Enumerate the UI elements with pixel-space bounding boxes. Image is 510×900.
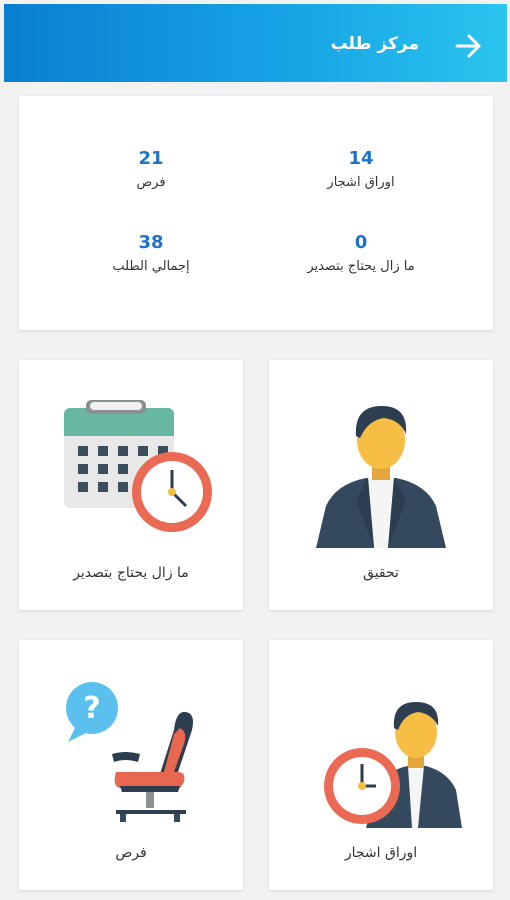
stat-label: اوراق اشجار — [327, 175, 395, 190]
stats-card: 14 اوراق اشجار 21 فرص 0 ما زال يحتاج بتص… — [19, 96, 493, 330]
stat-label: ما زال يحتاج بتصدير — [307, 259, 415, 274]
stat-leaves: 14 اوراق اشجار — [271, 148, 451, 190]
businessman-icon — [316, 406, 446, 548]
tile-leaves[interactable]: اوراق اشجار — [269, 640, 493, 890]
stat-value: 38 — [138, 232, 164, 253]
stat-value: 21 — [138, 148, 164, 169]
calendar-clock-icon — [64, 400, 212, 532]
stat-total-orders: 38 إجمالي الطلب — [61, 232, 241, 274]
tile-label: تحقيق — [363, 565, 399, 581]
tile-pending-export[interactable]: ما زال يحتاج بتصدير — [19, 360, 243, 610]
tile-label: ما زال يحتاج بتصدير — [73, 565, 189, 581]
svg-text:?: ? — [83, 691, 100, 726]
tile-label: اوراق اشجار — [344, 845, 418, 861]
stat-opportunities: 21 فرص — [61, 148, 241, 190]
tile-label: فرص — [115, 845, 147, 861]
stat-value: 0 — [354, 232, 368, 253]
businessman-clock-icon — [324, 702, 462, 828]
empty-chair-question-icon: ? — [66, 682, 193, 822]
stat-label: فرص — [136, 175, 166, 190]
stat-label: إجمالي الطلب — [112, 259, 190, 274]
app-header: مركز طلب — [4, 4, 507, 82]
arrow-right-icon[interactable] — [451, 29, 485, 63]
tile-investigation[interactable]: تحقيق — [269, 360, 493, 610]
stat-pending-export: 0 ما زال يحتاج بتصدير — [271, 232, 451, 274]
tile-opportunities[interactable]: ? فرص — [19, 640, 243, 890]
page-title: مركز طلب — [330, 34, 419, 54]
stat-value: 14 — [348, 148, 374, 169]
